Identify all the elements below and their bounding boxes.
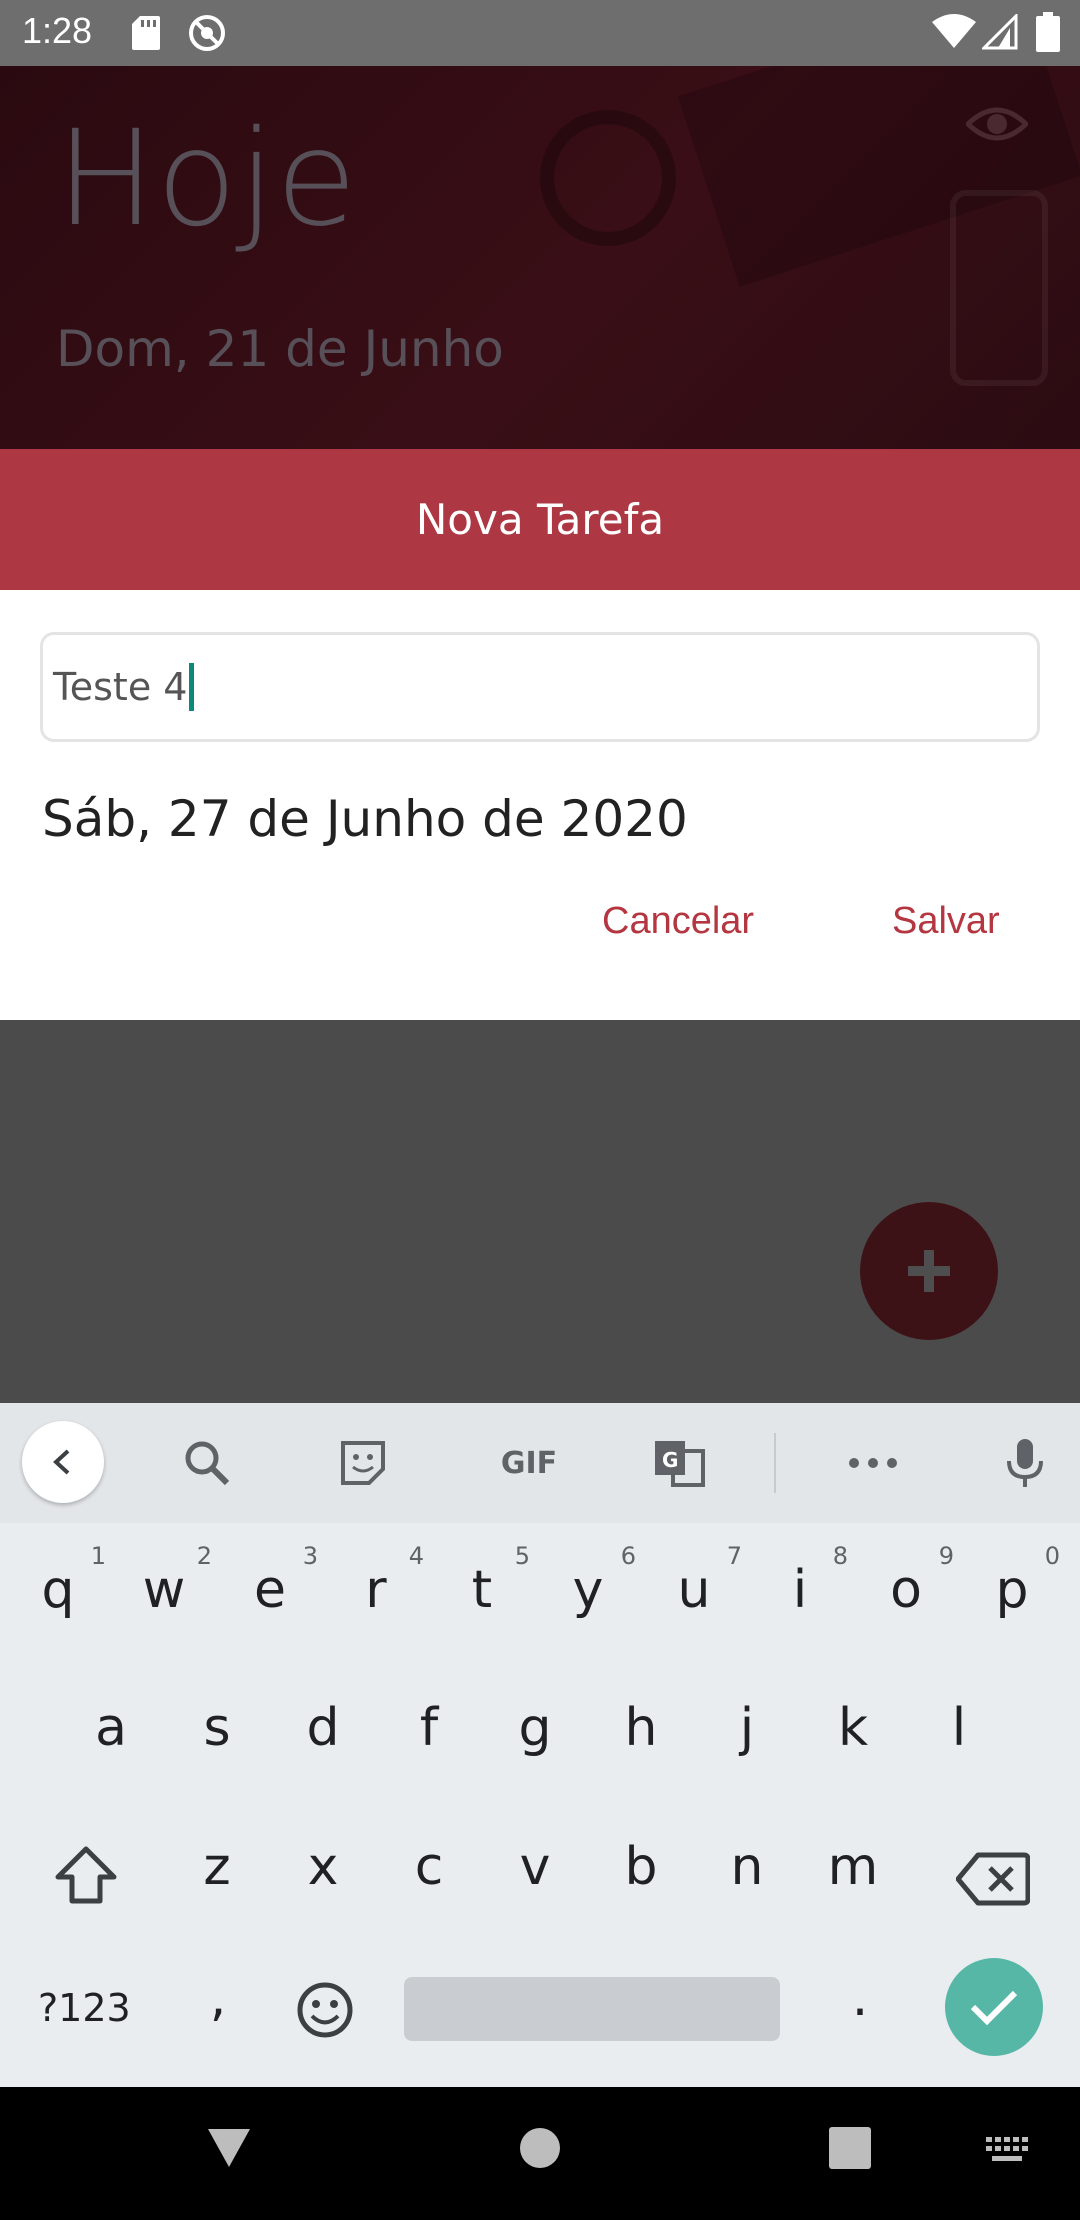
key-q[interactable]: q1 [8, 1542, 108, 1620]
key-u[interactable]: u7 [644, 1542, 744, 1620]
key-t[interactable]: t5 [432, 1542, 532, 1620]
key-l[interactable]: l [909, 1698, 1009, 1758]
key-d[interactable]: d [273, 1698, 373, 1758]
home-nav-icon[interactable] [519, 2127, 561, 2169]
plus-icon [908, 1250, 950, 1292]
dialog-header: Nova Tarefa [0, 449, 1080, 590]
space-key[interactable] [404, 1977, 780, 2041]
shift-icon [55, 1846, 117, 1904]
key-comma[interactable]: , [168, 1968, 268, 2028]
key-p[interactable]: p0 [962, 1542, 1062, 1620]
sd-card-icon [132, 16, 160, 50]
app-header: Hoje Dom, 21 de Junho [0, 66, 1080, 450]
emoji-icon [297, 1982, 353, 2038]
keyboard-toolbar: GIF G [0, 1403, 1080, 1523]
key-o[interactable]: o9 [856, 1542, 956, 1620]
search-icon[interactable] [172, 1428, 242, 1498]
key-y[interactable]: y6 [538, 1542, 638, 1620]
key-k[interactable]: k [803, 1698, 903, 1758]
key-z[interactable]: z [167, 1837, 267, 1897]
task-name-input[interactable]: Teste 4 [40, 632, 1040, 742]
gif-icon[interactable]: GIF [484, 1428, 574, 1498]
coffee-cup-decoration [540, 110, 676, 246]
add-task-button[interactable] [860, 1202, 998, 1340]
keyboard-switch-icon[interactable] [984, 2135, 1030, 2165]
key-g[interactable]: g [485, 1698, 585, 1758]
backspace-icon [956, 1852, 1030, 1906]
battery-icon [1036, 12, 1060, 52]
translate-icon[interactable]: G [644, 1428, 714, 1498]
current-date: Dom, 21 de Junho [56, 320, 504, 378]
key-x[interactable]: x [273, 1837, 373, 1897]
key-b[interactable]: b [591, 1837, 691, 1897]
key-i[interactable]: i8 [750, 1542, 850, 1620]
key-j[interactable]: j [697, 1698, 797, 1758]
sticker-icon[interactable] [328, 1428, 398, 1498]
dim-overlay [0, 1020, 1080, 1403]
cancel-button[interactable]: Cancelar [602, 900, 754, 943]
symbols-key[interactable]: ?123 [38, 1986, 131, 2030]
key-n[interactable]: n [697, 1837, 797, 1897]
status-time: 1:28 [22, 10, 93, 51]
do-not-disturb-icon [189, 15, 225, 51]
key-v[interactable]: v [485, 1837, 585, 1897]
dialog-title: Nova Tarefa [415, 495, 665, 544]
key-a[interactable]: a [61, 1698, 161, 1758]
text-cursor [189, 663, 195, 711]
wifi-icon [932, 14, 976, 48]
toolbar-divider [774, 1433, 776, 1493]
mic-icon[interactable] [990, 1428, 1060, 1498]
back-nav-icon[interactable] [206, 2127, 252, 2169]
more-icon[interactable] [838, 1428, 908, 1498]
key-c[interactable]: c [379, 1837, 479, 1897]
save-button[interactable]: Salvar [892, 900, 1000, 943]
recents-nav-icon[interactable] [829, 2127, 871, 2169]
backspace-key[interactable] [950, 1839, 1036, 1919]
task-name-value: Teste 4 [53, 665, 188, 709]
key-period[interactable]: . [810, 1968, 910, 2028]
key-f[interactable]: f [379, 1698, 479, 1758]
shift-key[interactable] [46, 1835, 126, 1915]
eye-icon[interactable] [966, 102, 1028, 146]
phone-decoration [950, 190, 1048, 386]
signal-icon [982, 14, 1018, 50]
key-s[interactable]: s [167, 1698, 267, 1758]
emoji-key[interactable] [292, 1977, 358, 2043]
status-bar: 1:28 [0, 0, 1080, 66]
enter-key[interactable] [945, 1958, 1043, 2056]
new-task-dialog: Teste 4 Sáb, 27 de Junho de 2020 Cancela… [0, 590, 1080, 1020]
back-icon[interactable] [22, 1421, 104, 1503]
page-title: Hoje [56, 102, 358, 256]
key-r[interactable]: r4 [326, 1542, 426, 1620]
key-h[interactable]: h [591, 1698, 691, 1758]
svg-text:G: G [662, 1448, 678, 1472]
navigation-bar [0, 2087, 1080, 2220]
keyboard: GIF G q1 w2 e3 r4 t5 y6 u7 i8 o9 p0 a s … [0, 1403, 1080, 2087]
key-m[interactable]: m [803, 1837, 903, 1897]
key-e[interactable]: e3 [220, 1542, 320, 1620]
key-w[interactable]: w2 [114, 1542, 214, 1620]
task-date[interactable]: Sáb, 27 de Junho de 2020 [42, 790, 688, 848]
check-icon [970, 1990, 1018, 2026]
